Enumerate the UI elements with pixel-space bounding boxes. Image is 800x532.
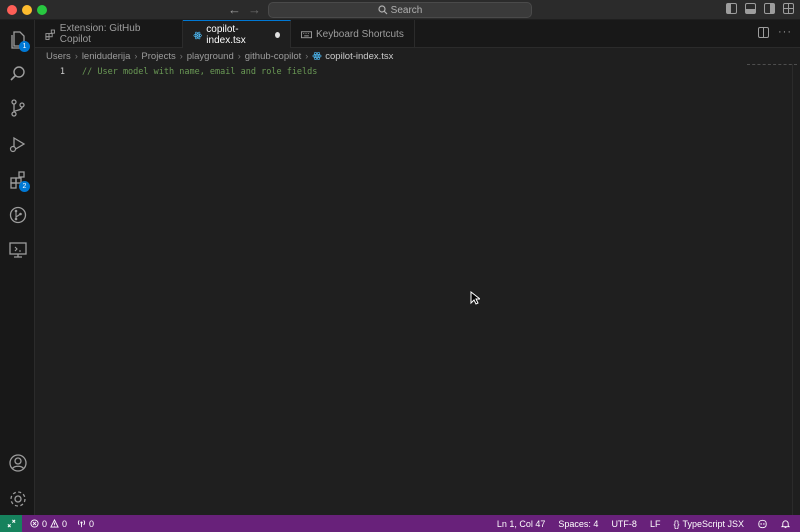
- file-encoding[interactable]: UTF-8: [611, 519, 637, 529]
- minimize-window-button[interactable]: [22, 5, 32, 15]
- language-mode[interactable]: {} TypeScript JSX: [673, 519, 744, 529]
- copilot-icon[interactable]: [757, 519, 768, 529]
- close-window-button[interactable]: [7, 5, 17, 15]
- error-icon: [30, 519, 39, 528]
- tab-keyboard-shortcuts[interactable]: Keyboard Shortcuts: [291, 20, 415, 48]
- braces-icon: {}: [673, 518, 680, 529]
- warning-icon: [50, 519, 59, 528]
- end-of-line[interactable]: LF: [650, 519, 661, 529]
- tab-label: Keyboard Shortcuts: [316, 28, 404, 40]
- tab-copilot-index-tsx[interactable]: copilot-index.tsx: [183, 20, 291, 49]
- unsaved-changes-dot[interactable]: [274, 32, 280, 38]
- toggle-primary-sidebar-icon[interactable]: [726, 3, 737, 14]
- search-icon: [378, 5, 388, 15]
- keyboard-icon: [301, 30, 312, 38]
- tab-extension-github-copilot[interactable]: Extension: GitHub Copilot: [35, 20, 183, 48]
- breadcrumb: Users › leniduderija › Projects › playgr…: [35, 48, 800, 64]
- account-icon: [9, 454, 27, 472]
- search-label: Search: [390, 4, 423, 16]
- extensions-icon: [45, 29, 55, 40]
- code-editor[interactable]: 1 // User model with name, email and rol…: [35, 64, 800, 515]
- search-icon: [10, 66, 25, 81]
- toggle-panel-icon[interactable]: [745, 3, 756, 14]
- error-count: 0: [42, 518, 48, 529]
- chevron-right-icon: ›: [237, 51, 241, 61]
- warning-count: 0: [62, 518, 68, 529]
- tab-label: copilot-index.tsx: [206, 24, 246, 46]
- breadcrumb-item[interactable]: leniduderija: [82, 51, 131, 62]
- source-control-button[interactable]: [6, 96, 30, 120]
- broadcast-icon: [78, 520, 86, 528]
- chevron-right-icon: ›: [74, 51, 78, 61]
- git-graph-icon: [9, 206, 27, 224]
- remote-icon: [7, 519, 15, 528]
- activity-bar: 1 2: [0, 20, 35, 515]
- status-bar: 0 0 0 Ln 1, Col 47 Spaces: 4 UTF-8 LF {}…: [0, 515, 800, 532]
- accounts-button[interactable]: [6, 451, 30, 475]
- remote-explorer-button[interactable]: [6, 238, 30, 262]
- chevron-right-icon: ›: [179, 51, 183, 61]
- customize-layout-icon[interactable]: [783, 3, 794, 14]
- breadcrumb-file[interactable]: copilot-index.tsx: [312, 51, 393, 62]
- chevron-right-icon: ›: [134, 51, 138, 61]
- tab-label: Extension: GitHub Copilot: [59, 23, 141, 45]
- editor-tab-bar: Extension: GitHub Copilot copilot-index.…: [35, 20, 800, 49]
- ports-indicator[interactable]: 0: [77, 519, 94, 529]
- bell-icon[interactable]: [781, 519, 790, 529]
- go-forward-button[interactable]: →: [248, 1, 261, 19]
- explorer-badge: 1: [19, 41, 30, 52]
- vertical-scrollbar[interactable]: [792, 64, 800, 515]
- breadcrumb-item[interactable]: playground: [187, 51, 234, 62]
- breadcrumb-file-label: copilot-index.tsx: [325, 50, 394, 62]
- maximize-window-button[interactable]: [37, 5, 47, 15]
- manage-button[interactable]: [6, 487, 30, 511]
- extensions-button[interactable]: 2: [6, 168, 30, 192]
- breadcrumb-item[interactable]: Projects: [141, 51, 175, 62]
- react-file-icon: [193, 31, 202, 39]
- chevron-right-icon: ›: [305, 51, 309, 61]
- code-text[interactable]: // User model with name, email and role …: [82, 67, 317, 77]
- toggle-secondary-sidebar-icon[interactable]: [764, 3, 775, 14]
- split-editor-icon[interactable]: [758, 27, 769, 38]
- remote-indicator[interactable]: [0, 515, 22, 532]
- run-debug-icon: [9, 136, 26, 153]
- ports-count: 0: [89, 518, 95, 529]
- mouse-pointer-icon: [470, 291, 480, 305]
- command-center-search[interactable]: Search: [268, 2, 532, 18]
- react-file-icon: [312, 51, 322, 61]
- problems-indicator[interactable]: 0 0: [30, 519, 67, 529]
- source-control-icon: [11, 99, 25, 117]
- more-actions-icon[interactable]: ···: [778, 27, 792, 38]
- go-back-button[interactable]: ←: [228, 1, 241, 19]
- extensions-badge: 2: [19, 181, 30, 192]
- run-debug-button[interactable]: [6, 132, 30, 156]
- git-graph-button[interactable]: [6, 203, 30, 227]
- search-view-button[interactable]: [6, 62, 30, 86]
- breadcrumb-item[interactable]: Users: [46, 51, 71, 62]
- explorer-button[interactable]: 1: [6, 28, 30, 52]
- remote-explorer-icon: [9, 242, 27, 258]
- title-bar: ← → Search: [0, 0, 800, 20]
- cursor-position[interactable]: Ln 1, Col 47: [497, 519, 546, 529]
- line-number: 1: [59, 66, 65, 77]
- code-line[interactable]: 1 // User model with name, email and rol…: [35, 65, 318, 78]
- indentation[interactable]: Spaces: 4: [558, 519, 598, 529]
- minimap[interactable]: [747, 64, 797, 67]
- gear-icon: [10, 491, 26, 507]
- language-label: TypeScript JSX: [682, 518, 744, 529]
- breadcrumb-item[interactable]: github-copilot: [245, 51, 302, 62]
